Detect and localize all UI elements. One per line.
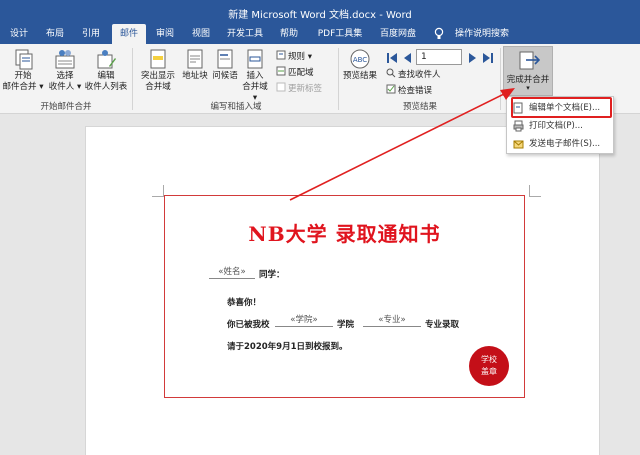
start-mail-merge-line1: 开始 — [14, 71, 32, 81]
tab-baidu-netdisk[interactable]: 百度网盘 — [374, 24, 422, 44]
greeting-line-label: 问候语 — [212, 71, 238, 81]
start-mail-merge-button[interactable]: 开始 邮件合并 ▾ — [2, 48, 44, 93]
seal-line1: 学校 — [481, 355, 497, 364]
address-block-button[interactable]: 地址块 — [180, 48, 210, 82]
tab-mailings[interactable]: 邮件 — [112, 24, 146, 44]
start-mail-merge-icon — [15, 49, 33, 70]
match-fields-icon — [276, 66, 286, 76]
highlight-merge-fields-button[interactable]: 突出显示 合并域 — [136, 48, 180, 93]
group-label-write-insert-fields: 编写和插入域 — [210, 102, 262, 112]
insert-merge-field-line1: 插入 — [246, 71, 264, 81]
seal-line2: 盖章 — [481, 367, 497, 376]
match-fields-button[interactable]: 匹配域 — [276, 66, 314, 78]
edit-recipient-list-line1: 编辑 — [97, 71, 115, 81]
tab-view[interactable]: 视图 — [186, 24, 216, 44]
preview-results-icon: ABC — [350, 49, 370, 69]
ribbon-tabs: 设计 布局 引用 邮件 审阅 视图 开发工具 帮助 PDF工具集 百度网盘 操作… — [0, 24, 640, 44]
edit-recipient-list-icon — [97, 50, 116, 69]
letter-title: NB大学 录取通知书 — [248, 222, 441, 246]
tab-review[interactable]: 审阅 — [150, 24, 180, 44]
window-title: 新建 Microsoft Word 文档.docx - Word — [228, 10, 412, 21]
merge-field-major[interactable]: «专业» — [363, 314, 421, 327]
congrats-text: 恭喜你！ — [227, 298, 262, 308]
tab-references[interactable]: 引用 — [76, 24, 106, 44]
next-record-icon[interactable] — [468, 52, 478, 64]
finish-merge-icon — [519, 51, 540, 70]
update-labels-button[interactable]: 更新标签 — [276, 82, 322, 94]
menu-highlight-annotation — [511, 97, 612, 118]
menu-item-label: 发送电子邮件(S)... — [529, 139, 601, 149]
select-recipients-icon — [55, 50, 75, 69]
greeting-line-icon — [217, 49, 233, 69]
rules-button[interactable]: 规则 ▾ — [276, 50, 312, 62]
svg-text:ABC: ABC — [353, 56, 367, 64]
menu-item-label: 打印文档(P)... — [529, 121, 583, 131]
title-bar: 新建 Microsoft Word 文档.docx - Word — [0, 0, 640, 24]
major-text: 专业录取 — [425, 320, 460, 330]
last-record-icon[interactable] — [482, 52, 494, 64]
rules-label: 规则 ▾ — [288, 52, 312, 62]
update-labels-icon — [276, 82, 286, 92]
highlight-merge-fields-line1: 突出显示 — [140, 71, 175, 81]
tab-pdf-tools[interactable]: PDF工具集 — [312, 24, 368, 44]
address-block-icon — [187, 49, 203, 69]
previous-record-icon[interactable] — [402, 52, 412, 64]
document-page[interactable]: NB大学 录取通知书 «姓名» 同学： 恭喜你！ 你已被我校 «学院» 学院 «… — [85, 126, 600, 455]
insert-merge-field-icon — [247, 49, 263, 69]
tab-developer[interactable]: 开发工具 — [222, 24, 268, 44]
crop-mark — [529, 185, 541, 197]
update-labels-label: 更新标签 — [288, 84, 323, 94]
lightbulb-icon — [434, 27, 444, 39]
printer-icon — [513, 120, 524, 132]
preview-results-label: 预览结果 — [342, 71, 377, 81]
crop-mark — [152, 185, 164, 197]
check-errors-label: 检查错误 — [398, 86, 433, 96]
group-label-preview-results: 预览结果 — [402, 102, 437, 112]
find-recipient-label: 查找收件人 — [398, 70, 441, 80]
college-text: 学院 — [337, 320, 355, 330]
finish-merge-button[interactable]: 完成并合并 ▾ — [503, 46, 553, 96]
menu-item-send-email[interactable]: 发送电子邮件(S)... — [507, 135, 613, 153]
address-block-label: 地址块 — [182, 71, 208, 81]
admitted-text: 你已被我校 — [227, 320, 270, 330]
edit-recipient-list-line2: 收件人列表 — [84, 82, 128, 92]
insert-merge-field-button[interactable]: 插入 合并域 ▾ — [240, 48, 270, 104]
menu-item-print-documents[interactable]: 打印文档(P)... — [507, 117, 613, 135]
preview-results-button[interactable]: ABC 预览结果 — [340, 48, 380, 82]
report-date-text: 请于2020年9月1日到校报到。 — [227, 342, 348, 352]
tell-me-search[interactable]: 操作说明搜索 — [450, 24, 514, 44]
tab-layout[interactable]: 布局 — [40, 24, 70, 44]
find-recipient-button[interactable]: 查找收件人 — [386, 68, 441, 80]
group-label-start-mail-merge: 开始邮件合并 — [40, 102, 92, 112]
chevron-down-icon: ▾ — [526, 84, 530, 92]
greeting-line-button[interactable]: 问候语 — [210, 48, 240, 82]
highlight-merge-fields-icon — [150, 49, 166, 69]
group-separator — [500, 48, 501, 110]
select-recipients-button[interactable]: 选择 收件人 ▾ — [46, 48, 84, 93]
group-separator — [338, 48, 339, 110]
rules-icon — [276, 50, 286, 60]
search-icon — [386, 68, 396, 78]
tab-help[interactable]: 帮助 — [274, 24, 304, 44]
edit-recipient-list-button[interactable]: 编辑 收件人列表 — [84, 48, 128, 93]
check-errors-button[interactable]: 检查错误 — [386, 84, 432, 96]
document-area: NB大学 录取通知书 «姓名» 同学： 恭喜你！ 你已被我校 «学院» 学院 «… — [0, 114, 640, 455]
check-errors-icon — [386, 84, 396, 94]
tab-design[interactable]: 设计 — [4, 24, 34, 44]
admission-letter: NB大学 录取通知书 «姓名» 同学： 恭喜你！ 你已被我校 «学院» 学院 «… — [164, 195, 525, 398]
school-seal: 学校 盖章 — [469, 346, 509, 386]
start-mail-merge-line2: 邮件合并 ▾ — [2, 82, 44, 92]
match-fields-label: 匹配域 — [288, 68, 314, 78]
select-recipients-line2: 收件人 ▾ — [48, 82, 82, 92]
merge-field-college[interactable]: «学院» — [275, 314, 333, 327]
group-separator — [132, 48, 133, 110]
select-recipients-line1: 选择 — [56, 71, 74, 81]
classmate-text: 同学： — [259, 270, 285, 280]
highlight-merge-fields-line2: 合并域 — [145, 82, 171, 92]
merge-field-name[interactable]: «姓名» — [209, 266, 255, 279]
first-record-icon[interactable] — [386, 52, 398, 64]
email-icon — [513, 140, 524, 149]
record-number-input[interactable]: 1 — [416, 49, 462, 65]
